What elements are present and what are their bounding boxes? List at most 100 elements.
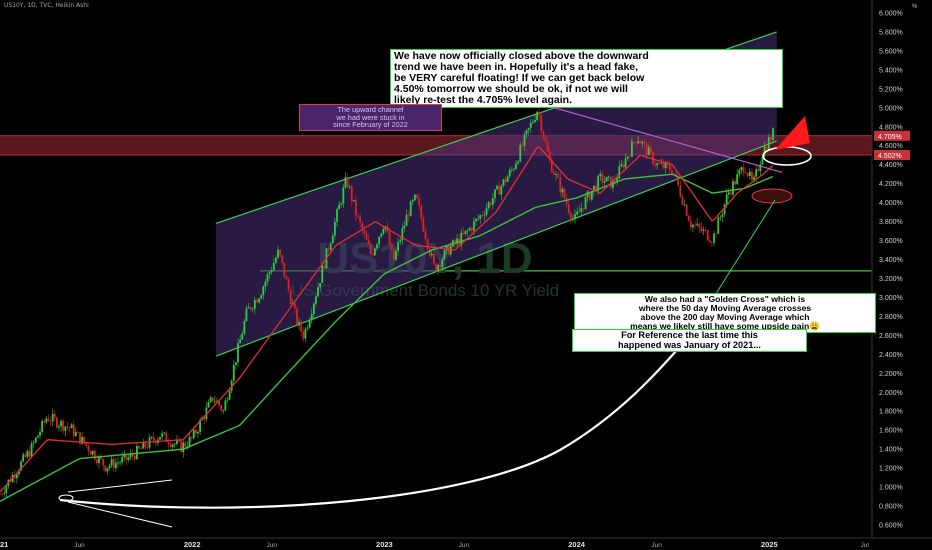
candle-body	[711, 242, 713, 243]
candle-body	[190, 437, 193, 439]
candle-body	[5, 485, 8, 493]
candle-body	[308, 320, 311, 328]
candle-body	[719, 216, 722, 218]
candle-body	[28, 451, 31, 457]
y-tick-label: 2.200%	[879, 371, 903, 378]
candle-body	[222, 410, 225, 412]
y-tick-label: 1.200%	[879, 466, 903, 473]
candle-body	[424, 231, 427, 239]
candle-body	[388, 231, 391, 246]
candle-body	[298, 321, 300, 326]
candle-body	[243, 321, 246, 334]
candle-body	[479, 215, 482, 219]
candle-body	[432, 253, 435, 264]
candle-body	[24, 454, 27, 457]
candle-body	[306, 327, 309, 329]
candle-body	[468, 228, 471, 231]
candle-body	[333, 221, 336, 236]
candle-body	[45, 418, 48, 423]
y-tick-label: 4.200%	[879, 181, 903, 188]
candle-body	[620, 164, 623, 167]
x-tick-label: 2021	[0, 540, 8, 549]
candle-body	[502, 179, 505, 186]
candle-body	[641, 141, 644, 144]
candle-body	[662, 162, 665, 169]
candle-body	[753, 176, 755, 180]
candle-body	[237, 343, 239, 363]
candle-body	[150, 437, 153, 438]
candle-body	[494, 189, 496, 199]
candle-body	[689, 221, 692, 228]
candle-body	[584, 197, 587, 209]
candle-body	[430, 253, 433, 256]
candle-body	[344, 177, 347, 188]
y-tick-label: 3.000%	[879, 295, 903, 302]
headline-line: likely re-test the 4.705% level again.	[394, 94, 573, 107]
candle-body	[649, 147, 652, 152]
candle-body	[374, 248, 376, 256]
candle-body	[108, 465, 111, 468]
candle-body	[369, 244, 372, 254]
candle-body	[443, 249, 446, 260]
candle-body	[732, 181, 734, 195]
y-tick-label: 5.800%	[879, 29, 903, 36]
candle-body	[268, 272, 271, 275]
candle-body	[671, 170, 673, 174]
candle-body	[91, 450, 94, 455]
candle-body	[346, 177, 349, 187]
candle-body	[34, 437, 37, 443]
candle-body	[211, 397, 214, 402]
candle-body	[371, 253, 374, 256]
candle-body	[53, 413, 56, 418]
candle-body	[58, 426, 60, 428]
candle-body	[546, 141, 549, 152]
candle-body	[117, 462, 119, 464]
candle-body	[748, 171, 751, 176]
candle-body	[55, 417, 58, 428]
price-tag-label: 4.502%	[878, 153, 902, 160]
candle-body	[534, 119, 536, 122]
candle-body	[603, 181, 606, 183]
candle-body	[683, 204, 686, 206]
y-tick-label: 0.600%	[879, 523, 903, 530]
candle-body	[262, 286, 265, 296]
candle-body	[41, 420, 44, 432]
candle-body	[256, 299, 258, 303]
candle-body	[529, 122, 532, 129]
candle-body	[180, 440, 183, 452]
candle-body	[542, 131, 545, 138]
candle-body	[136, 445, 138, 460]
candle-body	[578, 211, 581, 213]
y-tick-label: 3.400%	[879, 257, 903, 264]
candle-body	[279, 249, 282, 256]
candle-body	[197, 431, 199, 434]
candle-body	[241, 333, 244, 340]
candle-body	[645, 143, 648, 155]
candle-body	[626, 156, 629, 159]
candle-body	[226, 399, 229, 401]
candle-body	[380, 233, 383, 237]
y-tick-label: 1.400%	[879, 447, 903, 454]
candle-body	[639, 140, 642, 144]
candle-body	[275, 257, 277, 263]
candle-body	[628, 156, 631, 158]
candle-body	[624, 158, 627, 168]
candle-body	[365, 233, 368, 240]
candle-body	[734, 181, 736, 185]
candle-body	[121, 457, 124, 463]
candle-body	[725, 194, 728, 205]
candle-body	[746, 173, 749, 176]
candle-body	[112, 459, 115, 469]
candle-body	[601, 173, 604, 183]
candle-body	[481, 215, 484, 217]
candle-body	[729, 192, 732, 195]
candle-body	[491, 198, 494, 205]
candle-body	[470, 228, 473, 231]
candle-body	[281, 255, 284, 263]
candle-body	[658, 163, 661, 165]
candle-body	[681, 196, 684, 205]
candle-body	[321, 265, 324, 283]
candle-body	[708, 240, 711, 243]
candle-body	[376, 244, 378, 249]
candle-body	[209, 397, 212, 402]
